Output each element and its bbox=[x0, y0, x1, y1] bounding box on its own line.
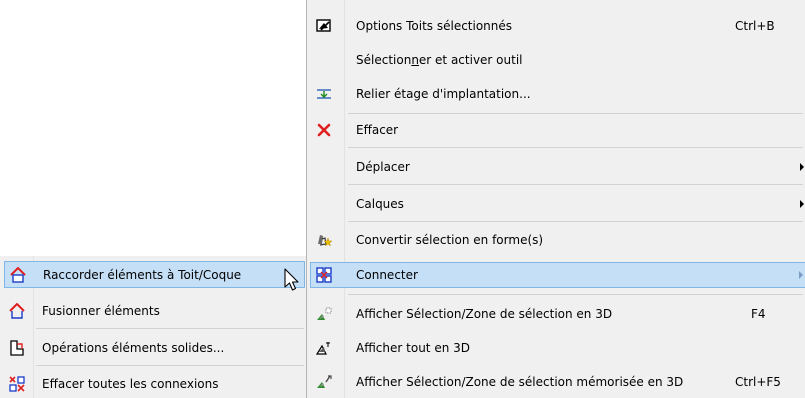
shortcut-label: F4 bbox=[751, 307, 766, 321]
submenu-arrow-icon bbox=[799, 271, 803, 279]
menu-item-label: Déplacer bbox=[356, 160, 410, 174]
menu-item-label: Fusionner éléments bbox=[42, 304, 160, 318]
connect-roof-icon bbox=[10, 267, 26, 283]
submenu-item-operations-elements-solides[interactable]: Opérations éléments solides... bbox=[4, 336, 305, 360]
shortcut-label: Ctrl+F5 bbox=[735, 375, 781, 389]
roof-options-icon bbox=[316, 18, 332, 34]
menu-item-deplacer[interactable]: Déplacer bbox=[310, 155, 805, 179]
menu-item-relier-etage[interactable]: Relier étage d'implantation... bbox=[310, 82, 805, 106]
menu-separator bbox=[348, 184, 803, 185]
menu-item-afficher-selection-memorisee-3d[interactable]: Afficher Sélection/Zone de sélection mém… bbox=[310, 370, 805, 394]
view-3d-all-icon bbox=[316, 340, 332, 356]
shortcut-label: Ctrl+B bbox=[735, 19, 775, 33]
menu-item-label: Convertir sélection en forme(s) bbox=[356, 233, 544, 247]
menu-item-label: Effacer toutes les connexions bbox=[42, 377, 219, 391]
merge-elements-icon bbox=[9, 303, 25, 319]
menu-separator bbox=[348, 113, 803, 114]
solid-operations-icon bbox=[9, 340, 25, 356]
menu-item-label: Sélectionner et activer outil bbox=[356, 53, 523, 67]
menu-separator bbox=[348, 221, 803, 222]
menu-item-convertir-selection[interactable]: Convertir sélection en forme(s) bbox=[310, 228, 805, 252]
menu-item-effacer[interactable]: Effacer bbox=[310, 118, 805, 142]
menu-item-label: Relier étage d'implantation... bbox=[356, 87, 531, 101]
menu-separator bbox=[348, 294, 803, 295]
view-3d-memorized-icon bbox=[316, 374, 332, 390]
menu-item-label: Afficher Sélection/Zone de sélection mém… bbox=[356, 375, 684, 389]
menu-item-label: Options Toits sélectionnés bbox=[356, 19, 513, 33]
submenu-item-effacer-connexions[interactable]: Effacer toutes les connexions bbox=[4, 372, 305, 396]
link-floor-icon bbox=[316, 86, 332, 102]
menu-item-label: Afficher tout en 3D bbox=[356, 341, 470, 355]
menu-separator bbox=[36, 328, 304, 329]
mouse-pointer-icon bbox=[284, 268, 302, 294]
menu-item-label: Calques bbox=[356, 197, 404, 211]
menu-separator bbox=[348, 147, 803, 148]
connecter-submenu: Raccorder éléments à Toit/Coque Fusionne… bbox=[0, 256, 306, 398]
menu-item-selectionner-activer-outil[interactable]: Sélectionner et activer outil bbox=[310, 48, 805, 72]
connect-icon bbox=[316, 267, 332, 283]
menu-item-connecter[interactable]: Connecter bbox=[310, 262, 805, 288]
delete-x-icon bbox=[316, 122, 332, 138]
menu-item-label: Opérations éléments solides... bbox=[42, 341, 225, 355]
submenu-item-raccorder-toit-coque[interactable]: Raccorder éléments à Toit/Coque bbox=[4, 261, 305, 288]
view-3d-selection-icon bbox=[316, 306, 332, 322]
menu-item-afficher-tout-3d[interactable]: Afficher tout en 3D bbox=[310, 336, 805, 360]
convert-shape-icon bbox=[316, 232, 332, 248]
submenu-item-fusionner-elements[interactable]: Fusionner éléments bbox=[4, 299, 305, 323]
menu-item-calques[interactable]: Calques bbox=[310, 192, 805, 216]
menu-item-label: Afficher Sélection/Zone de sélection en … bbox=[356, 307, 613, 321]
submenu-arrow-icon bbox=[800, 200, 804, 208]
menu-item-options-toits[interactable]: Options Toits sélectionnés Ctrl+B bbox=[310, 14, 805, 38]
context-menu: Options Toits sélectionnés Ctrl+B Sélect… bbox=[306, 0, 805, 398]
delete-connections-icon bbox=[9, 376, 25, 392]
menu-item-afficher-selection-3d[interactable]: Afficher Sélection/Zone de sélection en … bbox=[310, 302, 805, 326]
menu-item-label: Raccorder éléments à Toit/Coque bbox=[43, 268, 242, 282]
menu-separator bbox=[36, 365, 304, 366]
menu-item-label: Effacer bbox=[356, 123, 399, 137]
submenu-arrow-icon bbox=[800, 163, 804, 171]
menu-item-label: Connecter bbox=[356, 268, 418, 282]
